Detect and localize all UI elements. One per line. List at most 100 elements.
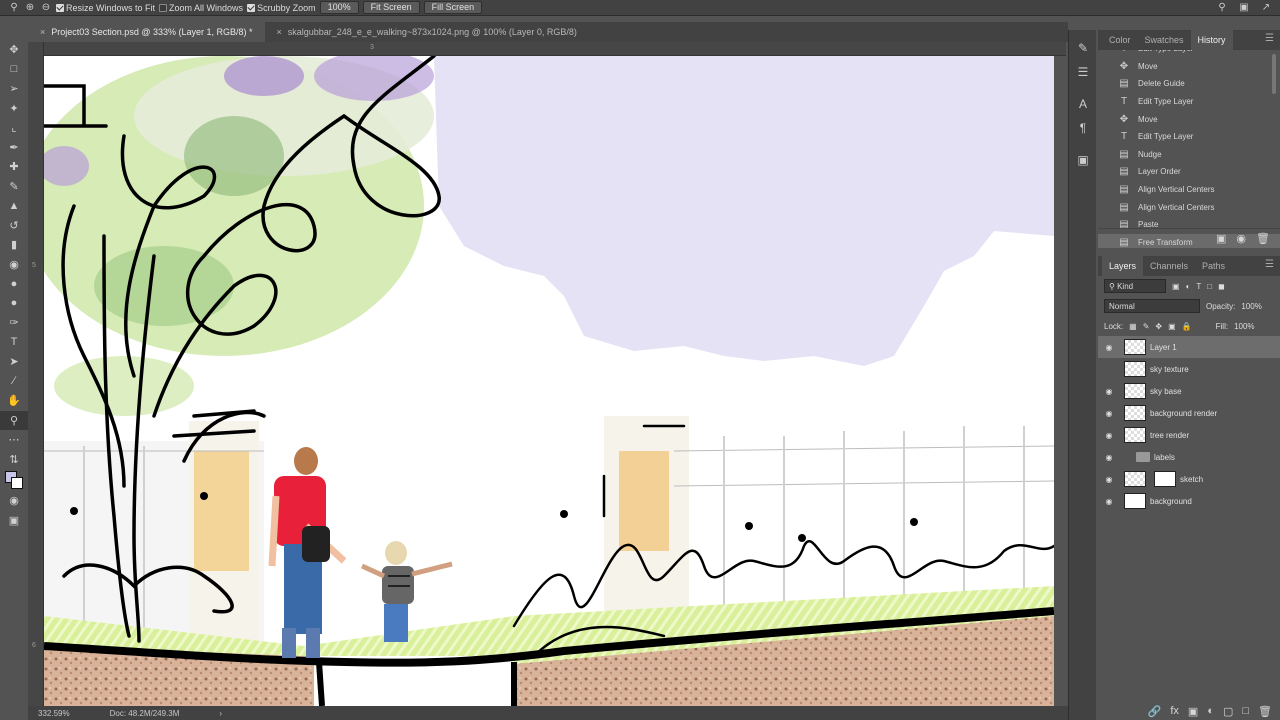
document-canvas[interactable]	[44, 56, 1054, 706]
search-icon[interactable]: ⚲	[1216, 1, 1228, 13]
adjust-icon[interactable]: ☰	[1069, 60, 1097, 84]
lock-all-icon[interactable]: 🔒	[1182, 322, 1192, 331]
character-icon[interactable]: A	[1069, 92, 1097, 116]
eyedropper-tool-icon[interactable]: ✒	[0, 138, 28, 158]
resize-windows-checkbox[interactable]: Resize Windows to Fit	[56, 3, 155, 13]
blend-mode-select[interactable]: Normal	[1104, 299, 1200, 313]
layer-row[interactable]: ◉ Layer 1	[1098, 336, 1280, 358]
layer-row[interactable]: ◉ background render	[1098, 402, 1280, 424]
tab-color[interactable]: Color	[1102, 30, 1138, 50]
zoom-all-windows-checkbox[interactable]: Zoom All Windows	[159, 3, 243, 13]
panel-menu-icon[interactable]: ☰	[1265, 33, 1274, 44]
new-layer-icon[interactable]: □	[1242, 705, 1249, 717]
filter-adjust-icon[interactable]: ◐	[1186, 282, 1191, 291]
history-item[interactable]: ▤ Align Vertical Centers	[1098, 198, 1280, 216]
zoom-level[interactable]: 332.59%	[38, 709, 70, 718]
marquee-tool-icon[interactable]: □	[0, 60, 28, 80]
close-icon[interactable]: ×	[277, 27, 282, 37]
dodge-tool-icon[interactable]: ●	[0, 274, 28, 294]
history-item[interactable]: ✥ Move	[1098, 58, 1280, 76]
lock-pixels-icon[interactable]: ✎	[1143, 322, 1150, 331]
filter-image-icon[interactable]: ▣	[1172, 282, 1180, 291]
chevron-right-icon[interactable]: ›	[219, 709, 222, 718]
lock-position-icon[interactable]: ✥	[1155, 322, 1162, 331]
blur-tool-icon[interactable]: ●	[0, 294, 28, 314]
stamp-tool-icon[interactable]: ▲	[0, 196, 28, 216]
filter-shape-icon[interactable]: □	[1207, 282, 1212, 291]
libraries-icon[interactable]: ▣	[1069, 148, 1097, 172]
quick-mask-icon[interactable]: ◉	[0, 491, 28, 511]
camera-icon[interactable]: ◉	[1236, 232, 1246, 245]
trash-icon[interactable]: 🗑	[1258, 705, 1272, 718]
workspace-icon[interactable]: ▣	[1238, 1, 1250, 13]
mask-icon[interactable]: ▣	[1188, 705, 1198, 718]
pen-tool-icon[interactable]: ✑	[0, 313, 28, 333]
path-select-tool-icon[interactable]: ➤	[0, 352, 28, 372]
history-item[interactable]: ▤ Nudge	[1098, 146, 1280, 164]
lock-transparency-icon[interactable]: ▦	[1129, 322, 1137, 331]
layer-row[interactable]: ◉ sky base	[1098, 380, 1280, 402]
tab-history[interactable]: History	[1190, 30, 1233, 50]
zoom-in-icon[interactable]: ⊕	[24, 2, 36, 14]
background-color[interactable]	[11, 477, 23, 489]
history-item[interactable]: T Edit Type Layer	[1098, 128, 1280, 146]
history-item[interactable]: ✥ Move	[1098, 110, 1280, 128]
history-scrollbar[interactable]	[1272, 54, 1276, 94]
tab-project03[interactable]: × Project03 Section.psd @ 333% (Layer 1,…	[28, 22, 265, 42]
filter-smart-icon[interactable]: ◼	[1218, 282, 1225, 291]
tab-layers[interactable]: Layers	[1102, 256, 1144, 276]
type-tool-icon[interactable]: T	[0, 333, 28, 353]
eye-icon[interactable]: ◉	[1098, 431, 1120, 440]
lock-artboard-icon[interactable]: ▣	[1168, 322, 1176, 331]
eye-icon[interactable]: ◉	[1098, 387, 1120, 396]
fill-value[interactable]: 100%	[1234, 322, 1254, 331]
link-icon[interactable]: 🔗	[1148, 705, 1162, 718]
hand-tool-icon[interactable]: ✋	[0, 391, 28, 411]
kind-filter-select[interactable]: ⚲ Kind	[1104, 279, 1166, 293]
layer-row[interactable]: ◉ background	[1098, 490, 1280, 512]
history-item[interactable]: T Edit Type Layer	[1098, 93, 1280, 111]
tab-swatches[interactable]: Swatches	[1138, 30, 1191, 50]
tab-channels[interactable]: Channels	[1143, 256, 1195, 276]
fill-screen-button[interactable]: Fill Screen	[423, 1, 483, 14]
color-swatches[interactable]	[0, 469, 28, 491]
horizontal-ruler[interactable]: 3	[44, 42, 1066, 56]
filter-type-icon[interactable]: T	[1196, 282, 1201, 291]
swap-colors-icon[interactable]: ⇅	[0, 450, 28, 470]
eye-icon[interactable]: ◉	[1098, 475, 1120, 484]
layer-row[interactable]: sky texture	[1098, 358, 1280, 380]
tab-skalgubbar[interactable]: × skalgubbar_248_e_e_walking~873x1024.pn…	[265, 22, 589, 42]
scrubby-zoom-checkbox[interactable]: Scrubby Zoom	[247, 3, 316, 13]
panel-menu-icon[interactable]: ☰	[1265, 259, 1274, 270]
history-item[interactable]: T Edit Type Layer	[1098, 50, 1280, 58]
quick-select-tool-icon[interactable]: ✦	[0, 99, 28, 119]
share-icon[interactable]: ↗	[1260, 1, 1272, 13]
history-item[interactable]: ▤ Delete Guide	[1098, 75, 1280, 93]
trash-icon[interactable]: 🗑	[1256, 232, 1270, 245]
eye-icon[interactable]: ◉	[1098, 453, 1120, 462]
more-tools-icon[interactable]: ⋯	[0, 430, 28, 450]
eye-icon[interactable]: ◉	[1098, 343, 1120, 352]
vertical-ruler[interactable]: 5 6	[28, 42, 44, 706]
move-tool-icon[interactable]: ✥	[0, 40, 28, 60]
fx-icon[interactable]: fx	[1170, 705, 1179, 717]
eye-icon[interactable]: ◉	[1098, 497, 1120, 506]
fit-screen-button[interactable]: Fit Screen	[362, 1, 420, 14]
eye-icon[interactable]: ◉	[1098, 409, 1120, 418]
history-item[interactable]: ▤ Layer Order	[1098, 163, 1280, 181]
brush-preset-icon[interactable]: ✎	[1069, 36, 1097, 60]
eraser-tool-icon[interactable]: ▮	[0, 235, 28, 255]
layer-row[interactable]: ◉ sketch	[1098, 468, 1280, 490]
tab-paths[interactable]: Paths	[1195, 256, 1232, 276]
paint-bucket-tool-icon[interactable]: ◉	[0, 255, 28, 275]
new-document-from-state-icon[interactable]: ▣	[1216, 232, 1226, 245]
paragraph-icon[interactable]: ¶	[1069, 116, 1097, 140]
layer-row[interactable]: ◉ labels	[1098, 446, 1280, 468]
opacity-value[interactable]: 100%	[1241, 302, 1261, 311]
zoom-tool-icon[interactable]: ⚲	[8, 2, 20, 14]
close-icon[interactable]: ×	[40, 27, 45, 37]
history-brush-tool-icon[interactable]: ↺	[0, 216, 28, 236]
healing-tool-icon[interactable]: ✚	[0, 157, 28, 177]
lasso-tool-icon[interactable]: ➢	[0, 79, 28, 99]
line-tool-icon[interactable]: ∕	[0, 372, 28, 392]
